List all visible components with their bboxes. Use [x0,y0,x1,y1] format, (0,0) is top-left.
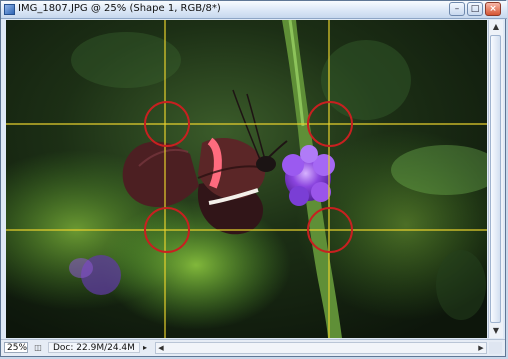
title-bar[interactable]: IMG_1807.JPG @ 25% (Shape 1, RGB/8*) – □… [1,1,507,19]
vertical-scroll-thumb[interactable] [490,35,501,323]
close-button[interactable]: × [485,2,501,16]
window-title: IMG_1807.JPG @ 25% (Shape 1, RGB/8*) [18,3,221,14]
document-window: IMG_1807.JPG @ 25% (Shape 1, RGB/8*) – □… [0,0,507,357]
photo-image [6,20,487,338]
maximize-button[interactable]: □ [467,2,483,16]
resize-corner[interactable] [489,342,502,354]
minimize-button[interactable]: – [449,2,465,16]
horizontal-scrollbar[interactable]: ◀ ▶ [155,342,487,354]
image-canvas[interactable] [6,20,487,338]
status-menu-arrow[interactable]: ▸ [143,342,151,353]
document-info: Doc: 22.9M/24.4M [48,342,140,353]
zoom-field[interactable]: 25% [4,342,28,353]
status-bar: 25% ◫ Doc: 22.9M/24.4M ▸ ◀ ▶ [1,339,505,356]
status-info-icon[interactable]: ◫ [32,342,44,353]
scroll-up-arrow[interactable]: ▲ [490,20,502,34]
scroll-down-arrow[interactable]: ▼ [490,324,502,338]
vertical-scrollbar[interactable]: ▲ ▼ [488,20,503,338]
scroll-right-arrow[interactable]: ▶ [476,343,486,353]
scroll-left-arrow[interactable]: ◀ [156,343,166,353]
document-icon [4,4,15,15]
